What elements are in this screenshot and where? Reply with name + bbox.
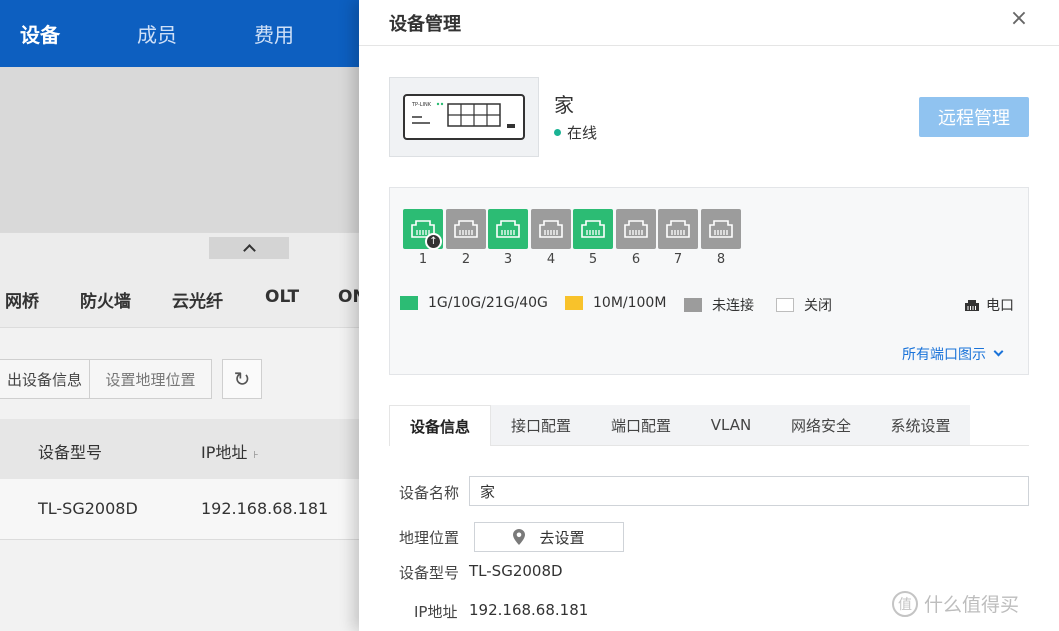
ethernet-port-icon <box>624 220 648 238</box>
ip-address-label: IP地址 <box>414 603 458 621</box>
port-number-label: 1 <box>418 252 428 267</box>
port-number-label: 7 <box>673 252 683 267</box>
legend-swatch-yellow <box>565 296 583 310</box>
port-3[interactable] <box>488 209 528 249</box>
tab-interface-config[interactable]: 接口配置 <box>491 405 591 445</box>
column-header-ip-label: IP地址 <box>201 443 248 462</box>
legend-electric-label: 电口 <box>986 298 1014 314</box>
port-number-label: 6 <box>631 252 641 267</box>
column-header-model[interactable]: 设备型号 <box>38 439 102 463</box>
legend-disconnected: 未连接 <box>684 295 754 315</box>
ethernet-port-icon <box>666 220 690 238</box>
port-number-label: 3 <box>503 252 513 267</box>
switch-icon: TP-LINK <box>403 94 525 140</box>
port-1[interactable]: ↑ <box>403 209 443 250</box>
device-name: 家 <box>554 93 574 117</box>
watermark: 值 什么值得买 <box>892 590 1019 617</box>
drawer-title: 设备管理 <box>389 14 461 35</box>
device-name-input[interactable] <box>469 476 1029 506</box>
device-type-bridge[interactable]: 网桥 <box>5 287 39 312</box>
status-dot-icon <box>554 129 561 136</box>
ip-address-value: 192.168.68.181 <box>469 601 589 619</box>
set-location-button[interactable]: 设置地理位置 <box>89 359 212 399</box>
drawer-divider <box>359 45 1059 46</box>
port-8[interactable] <box>701 209 741 249</box>
port-6[interactable] <box>616 209 656 249</box>
legend-disconnected-label: 未连接 <box>712 298 754 314</box>
port-4[interactable] <box>531 209 571 249</box>
all-ports-diagram-link[interactable]: 所有端口图示 <box>902 344 1004 364</box>
export-device-info-button[interactable]: 出设备信息 <box>0 359 90 399</box>
sort-icon[interactable]: ⊦ <box>253 450 258 461</box>
legend-swatch-green <box>400 296 418 310</box>
device-type-cloud-fiber[interactable]: 云光纤 <box>172 287 223 312</box>
brand-mark: TP-LINK <box>411 102 432 108</box>
ethernet-port-icon <box>581 220 605 238</box>
status-text: 在线 <box>567 124 598 142</box>
legend-fast-label: 10M/100M <box>593 295 667 311</box>
legend-swatch-white <box>776 298 794 312</box>
port-number-label: 8 <box>716 252 726 267</box>
watermark-text: 什么值得买 <box>924 594 1020 616</box>
tab-network-security[interactable]: 网络安全 <box>771 405 871 445</box>
set-location-label: 去设置 <box>539 528 585 547</box>
column-header-ip[interactable]: IP地址 ⊦ <box>201 439 259 463</box>
device-type-olt[interactable]: OLT <box>265 287 299 307</box>
refresh-icon: ↻ <box>233 367 251 391</box>
tab-system-settings[interactable]: 系统设置 <box>871 405 970 445</box>
refresh-button[interactable]: ↻ <box>222 359 262 399</box>
legend-closed: 关闭 <box>776 295 832 315</box>
nav-devices[interactable]: 设备 <box>20 0 60 67</box>
tab-port-config[interactable]: 端口配置 <box>591 405 691 445</box>
device-image: TP-LINK <box>389 77 539 157</box>
device-name-label: 设备名称 <box>399 484 460 502</box>
legend-fast: 10M/100M <box>565 295 666 311</box>
table-cell-model: TL-SG2008D <box>38 499 138 518</box>
port-2[interactable] <box>446 209 486 249</box>
collapse-handle[interactable] <box>209 237 289 259</box>
legend-swatch-grey <box>684 298 702 312</box>
port-number-label: 2 <box>461 252 471 267</box>
port-5[interactable] <box>573 209 613 249</box>
ethernet-port-icon <box>496 220 520 238</box>
uplink-arrow-icon: ↑ <box>425 233 442 250</box>
port-7[interactable] <box>658 209 698 249</box>
nav-members[interactable]: 成员 <box>137 0 177 67</box>
remote-management-button[interactable]: 远程管理 <box>919 97 1029 137</box>
ethernet-port-icon <box>539 220 563 238</box>
nav-fees[interactable]: 费用 <box>254 0 294 67</box>
all-ports-link-label: 所有端口图示 <box>902 347 986 363</box>
device-model-label: 设备型号 <box>399 564 460 582</box>
device-type-firewall[interactable]: 防火墙 <box>80 287 131 312</box>
device-model-value: TL-SG2008D <box>469 562 563 580</box>
set-location-link-button[interactable]: 去设置 <box>474 522 624 552</box>
legend-gigabit: 1G/10G/21G/40G <box>400 295 548 311</box>
device-management-drawer: 设备管理 × TP-LINK 家 在线 远程管理 ↑ 1 2 3 4 5 6 7 8 1G/10… <box>359 0 1059 631</box>
location-label: 地理位置 <box>399 529 460 547</box>
port-panel: ↑ 1 2 3 4 5 6 7 8 1G/10G/21G/40G 10M/100M 未连接 关闭 <box>389 187 1029 375</box>
chevron-up-icon <box>242 244 256 257</box>
legend-closed-label: 关闭 <box>804 298 832 314</box>
legend-electric: 电口 <box>964 295 1014 315</box>
close-icon[interactable]: × <box>1007 6 1031 31</box>
ethernet-port-icon <box>965 299 979 311</box>
tab-device-info[interactable]: 设备信息 <box>389 405 491 446</box>
tab-vlan[interactable]: VLAN <box>691 405 771 445</box>
device-tabs: 设备信息 接口配置 端口配置 VLAN 网络安全 系统设置 <box>389 405 1029 446</box>
ethernet-port-icon <box>709 220 733 238</box>
watermark-logo-icon: 值 <box>892 590 918 617</box>
location-pin-icon <box>513 529 526 545</box>
device-status: 在线 <box>554 122 597 143</box>
port-number-label: 5 <box>588 252 598 267</box>
legend-gigabit-label: 1G/10G/21G/40G <box>428 295 548 311</box>
chevron-down-icon <box>993 346 1004 357</box>
table-cell-ip: 192.168.68.181 <box>201 499 329 518</box>
port-number-label: 4 <box>546 252 556 267</box>
ethernet-port-icon <box>454 220 478 238</box>
